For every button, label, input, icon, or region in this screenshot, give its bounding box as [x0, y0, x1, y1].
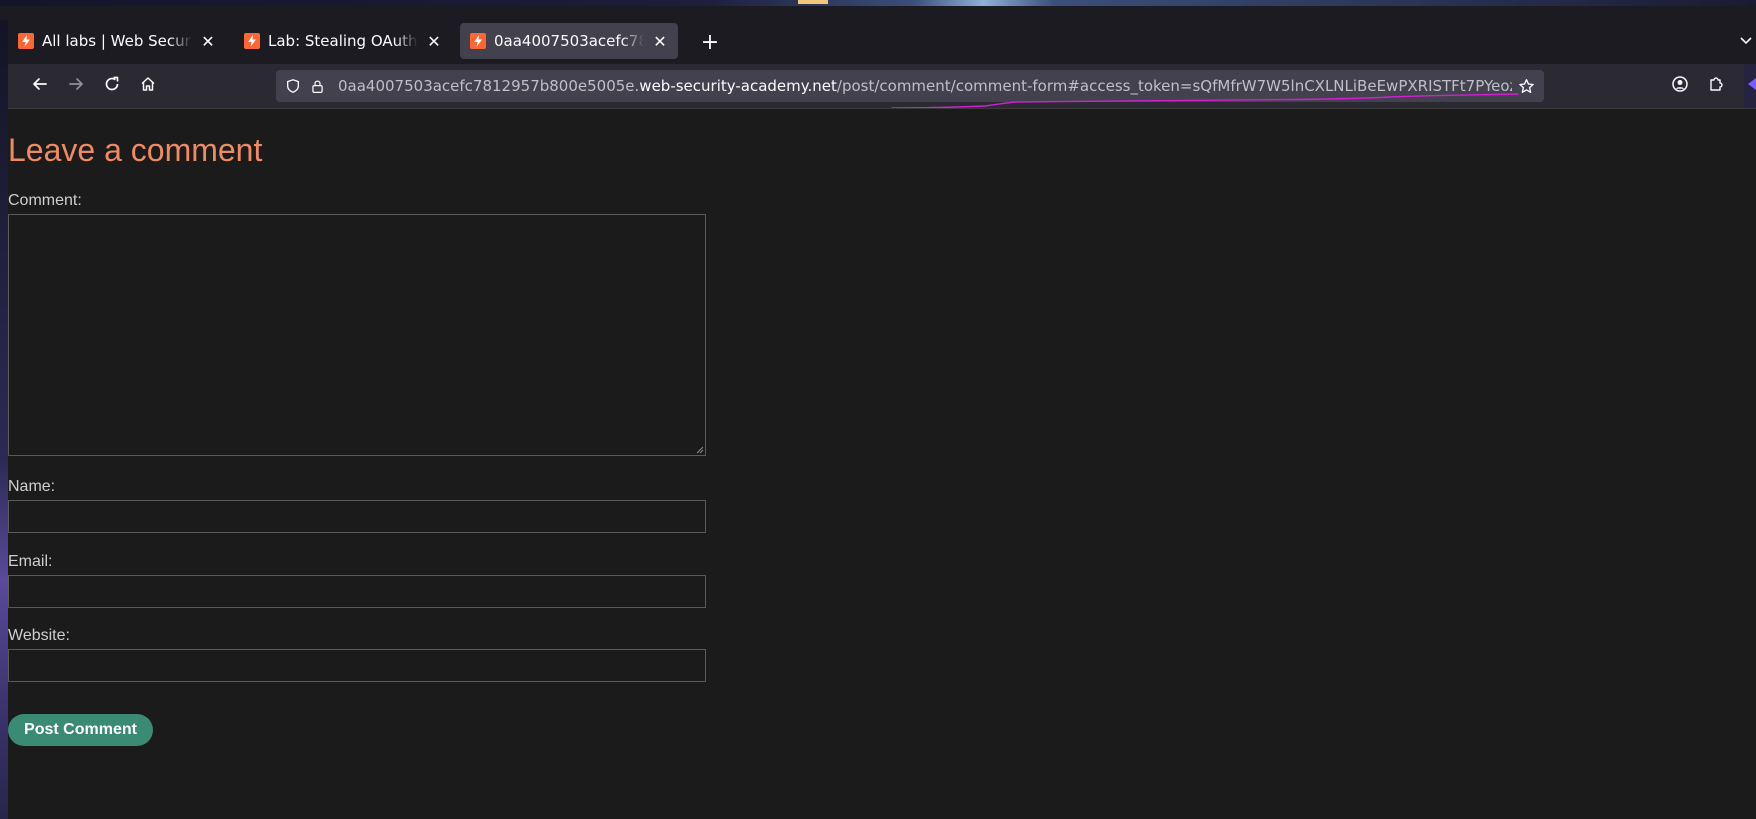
portswigger-favicon-icon	[18, 33, 34, 49]
post-comment-button[interactable]: Post Comment	[8, 714, 153, 746]
tab-title: All labs | Web Security Academy	[42, 32, 192, 50]
reload-button[interactable]	[98, 72, 126, 100]
tab-title: Lab: Stealing OAuth access token via an …	[268, 32, 418, 50]
comment-label: Comment:	[8, 192, 82, 209]
home-button[interactable]	[134, 72, 162, 100]
extensions-button[interactable]	[1702, 72, 1730, 100]
lock-icon[interactable]	[308, 77, 326, 95]
website-field[interactable]	[8, 649, 706, 682]
tab-strip: All labs | Web Security Academy ✕ Lab: S…	[8, 20, 1756, 64]
close-icon[interactable]: ✕	[198, 31, 218, 51]
desktop-wallpaper-strip	[0, 0, 1756, 6]
shield-icon[interactable]	[284, 77, 302, 95]
desktop-accent	[798, 0, 828, 4]
tab-title: 0aa4007503acefc7812957b800e5005e.web-sec…	[494, 32, 644, 50]
forward-icon	[67, 75, 85, 97]
close-icon[interactable]: ✕	[650, 31, 670, 51]
name-label: Name:	[8, 478, 56, 495]
page-title: Leave a comment	[8, 132, 263, 168]
home-icon	[139, 75, 157, 97]
tab-current[interactable]: 0aa4007503acefc7812957b800e5005e.web-sec…	[460, 23, 678, 59]
email-label: Email:	[8, 553, 53, 570]
url-subdomain: 0aa4007503acefc7812957b800e5005e.	[338, 77, 640, 95]
new-tab-button[interactable]: +	[698, 32, 722, 56]
tab-all-labs[interactable]: All labs | Web Security Academy ✕	[8, 23, 226, 59]
name-field[interactable]	[8, 500, 706, 533]
resize-grip-icon[interactable]	[694, 444, 704, 454]
forward-button[interactable]	[62, 72, 90, 100]
page-content: Leave a comment Comment: Name: Email: We…	[8, 108, 1756, 819]
desktop-wallpaper-edge	[0, 20, 8, 819]
back-button[interactable]	[26, 72, 54, 100]
account-icon	[1671, 75, 1689, 97]
portswigger-favicon-icon	[470, 33, 486, 49]
tab-lab[interactable]: Lab: Stealing OAuth access token via an …	[234, 23, 452, 59]
comment-textarea[interactable]	[8, 214, 706, 456]
portswigger-favicon-icon	[244, 33, 260, 49]
account-button[interactable]	[1666, 72, 1694, 100]
desktop-wallpaper-edge-right	[1744, 64, 1756, 108]
back-icon	[31, 75, 49, 97]
website-label: Website:	[8, 627, 70, 644]
reload-icon	[103, 75, 121, 97]
url-host: web-security-academy.net	[639, 77, 837, 95]
tab-list-icon[interactable]	[1736, 32, 1756, 52]
email-field[interactable]	[8, 575, 706, 608]
extensions-icon	[1707, 75, 1725, 97]
toolbar-separator	[8, 108, 1756, 109]
close-icon[interactable]: ✕	[424, 31, 444, 51]
